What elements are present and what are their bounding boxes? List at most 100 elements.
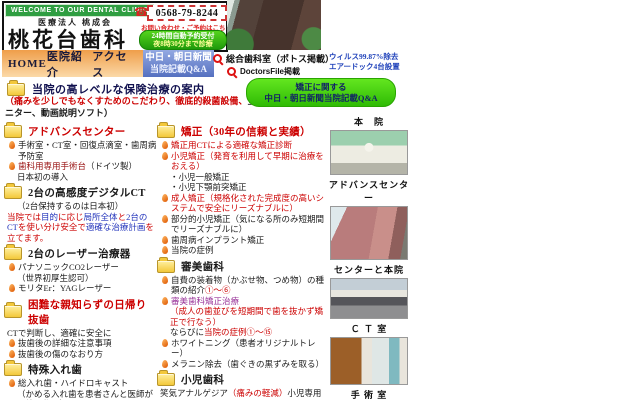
section: 特殊入れ歯総入れ歯・ハイドロキャスト（かめる入れ歯を患者さんと医師が一緒に作る）…	[4, 362, 157, 400]
photo-center	[330, 278, 408, 319]
intro-heading-row: 当院の高レベルな保険治療の案内	[7, 81, 205, 97]
section-title: 2台のレーザー治療器	[28, 246, 131, 261]
section-title-row: 特殊入れ歯	[4, 362, 157, 377]
photo-advance	[330, 206, 408, 260]
photo-label: 本 院	[326, 115, 412, 128]
folder-icon	[4, 125, 22, 138]
list-item: 歯周病インプラント矯正	[157, 235, 325, 246]
list-item: ホワイトニング（患者オリジナルトレー）	[157, 338, 325, 359]
orthodontics-qa-button[interactable]: 矯正に関する 中日・朝日新聞当院記載Q&A	[246, 78, 396, 107]
photo-label: Ｃ Ｔ 室	[326, 322, 412, 335]
list-item: 総入れ歯・ハイドロキャスト	[4, 378, 157, 389]
header: WELCOME TO OUR DENTAL CLINIC 医療法人 桃成会 桃花…	[2, 1, 228, 52]
bullet-icon	[162, 276, 168, 284]
phone-number-box: 0568-79-8244	[147, 5, 227, 21]
folder-icon	[157, 125, 175, 138]
phone-number: 0568-79-8244	[156, 8, 219, 19]
section-title: 審美歯科	[181, 259, 224, 274]
list-item: 部分的小児矯正（気になる所のみ短期間でリーズナブルに）	[157, 214, 325, 235]
bullet-icon	[9, 162, 15, 170]
list-item: 審美歯科矯正治療	[157, 296, 325, 307]
photo-gallery: 本 院アドバンスセンターセンターと本院 Ｃ Ｔ 室手 術 室	[326, 112, 412, 400]
photo-label: アドバンスセンター	[326, 178, 412, 204]
photo-honin	[330, 130, 408, 175]
reserve-button-line1: 24時間自動予約受付	[152, 32, 215, 40]
bullet-icon	[162, 152, 168, 160]
photo-label: センターと本院	[326, 263, 412, 276]
section: 小児歯科笑気アナルゲジア（痛みの軽減）小児専用チェアー・過剰歯・欠如歯の治療、埋…	[157, 372, 325, 400]
airdog-line1: ウィルス99.87%除去	[329, 52, 400, 62]
section: 2台の高感度デジタルCT（2台保持するのは日本初）当院では目的に応じ局所全体と2…	[4, 185, 157, 243]
list-item: （世界初厚生認可）	[4, 273, 157, 284]
list-item: 成人矯正（規格化された完成度の高いシステムで安全にリーズナブルに）	[157, 193, 325, 214]
potos-link[interactable]: 総合歯科室（ポトス掲載）	[213, 52, 334, 65]
bullet-icon	[162, 194, 168, 202]
folder-icon	[4, 247, 22, 260]
nav-item-1[interactable]: 医院紹介	[47, 48, 92, 80]
bullet-icon	[162, 339, 168, 347]
list-item: （かめる入れ歯を患者さんと医師が一緒に作る）	[4, 389, 157, 400]
folder-icon	[4, 305, 22, 318]
section: 2台のレーザー治療器パナソニックCO2レーザー（世界初厚生認可）モリタEr：YA…	[4, 246, 157, 294]
photo-ct	[330, 337, 408, 385]
left-column: アドバンスセンター手術室・CT室・回復点滴室・歯周病予防室歯科用専用手術台（ドイ…	[4, 121, 157, 400]
nav-item-2[interactable]: アクセス	[92, 48, 137, 80]
folder-icon	[7, 83, 25, 96]
nav-item-0[interactable]: HOME	[8, 58, 47, 70]
list-item: 当院では目的に応じ局所全体と2台のCTを使い分け安全で適確な治療計画を立てます。	[4, 212, 157, 244]
bullet-icon	[9, 284, 15, 292]
airdog-note: ウィルス99.87%除去 エアードック4台設置	[329, 52, 400, 71]
list-item: パナソニックCO2レーザー	[4, 262, 157, 273]
bullet-icon	[9, 379, 15, 387]
bullet-icon	[162, 297, 168, 305]
section: 困難な親知らずの日帰り抜歯CTで判断し、適確に安全に抜歯後の詳細な注意事項抜歯後…	[4, 297, 157, 360]
welcome-banner: WELCOME TO OUR DENTAL CLINIC	[5, 4, 154, 17]
magnifier-icon	[213, 54, 223, 64]
reserve-button-line2: 夜8時30分まで診療	[153, 40, 213, 48]
list-item: モリタEr：YAGレーザー	[4, 283, 157, 294]
list-item: 小児矯正（発育を利用して早期に治療をおえる）	[157, 151, 325, 172]
nav-bar: HOME医院紹介アクセス	[2, 50, 143, 77]
list-item: （成人の歯並びを短期間で歯を抜かず矯正で行なう）	[157, 306, 325, 327]
section-title: 2台の高感度デジタルCT	[28, 185, 146, 200]
reserve-button[interactable]: 24時間自動予約受付 夜8時30分まで診療	[139, 30, 227, 50]
bullet-icon	[162, 246, 168, 254]
orthodontics-qa-line2: 中日・朝日新聞当院記載Q&A	[264, 93, 377, 104]
section-title-row: 矯正（30年の信頼と実績）	[157, 124, 325, 139]
list-item: 当院の症例	[157, 245, 325, 256]
photo-label: 手 術 室	[326, 388, 412, 400]
section-title: 特殊入れ歯	[28, 362, 82, 377]
dental-clinic-homepage: WELCOME TO OUR DENTAL CLINIC 医療法人 桃成会 桃花…	[0, 0, 640, 400]
list-item: 矯正用CTによる適確な矯正診断	[157, 140, 325, 151]
newspaper-qa-line2: 当院記載Q&A	[150, 64, 207, 75]
bullet-icon	[162, 141, 168, 149]
orthodontics-qa-line1: 矯正に関する	[295, 82, 346, 93]
doctorsfile-link[interactable]: DoctorsFile掲載	[227, 66, 300, 77]
header-building-photo	[227, 0, 321, 50]
list-item: 抜歯後の詳細な注意事項	[4, 338, 157, 349]
bullet-icon	[162, 236, 168, 244]
section: 審美歯科自費の装着物（かぶせ物、つめ物）の種類の紹介①～⑥審美歯科矯正治療（成人…	[157, 259, 325, 370]
bullet-icon	[9, 141, 15, 149]
section-title: アドバンスセンター	[28, 124, 126, 139]
newspaper-qa-line1: 中日・朝日新聞	[145, 53, 212, 64]
list-item: ならびに当院の症例①～⑮	[157, 327, 325, 338]
section-title: 小児歯科	[181, 372, 224, 387]
newspaper-qa-link[interactable]: 中日・朝日新聞 当院記載Q&A	[143, 50, 214, 77]
list-item: 抜歯後の傷のなおり方	[4, 349, 157, 360]
list-item: 手術室・CT室・回復点滴室・歯周病予防室	[4, 140, 157, 161]
section-title: 困難な親知らずの日帰り抜歯	[28, 297, 157, 327]
list-item: 自費の装着物（かぶせ物、つめ物）の種類の紹介①～⑥	[157, 275, 325, 296]
section-title-row: 困難な親知らずの日帰り抜歯	[4, 297, 157, 327]
section: 矯正（30年の信頼と実績）矯正用CTによる適確な矯正診断小児矯正（発育を利用して…	[157, 124, 325, 256]
list-item: 歯科用専用手術台（ドイツ製）	[4, 161, 157, 172]
folder-icon	[4, 186, 22, 199]
folder-icon	[157, 260, 175, 273]
bullet-icon	[9, 263, 15, 271]
list-item: ・小児下顎前突矯正	[157, 182, 325, 193]
middle-column: 矯正（30年の信頼と実績）矯正用CTによる適確な矯正診断小児矯正（発育を利用して…	[157, 121, 325, 400]
section-title-row: 2台のレーザー治療器	[4, 246, 157, 261]
section: アドバンスセンター手術室・CT室・回復点滴室・歯周病予防室歯科用専用手術台（ドイ…	[4, 124, 157, 182]
list-item: CTで判断し、適確に安全に	[4, 328, 157, 339]
list-item: メラニン除去（歯ぐきの黒ずみを取る）	[157, 359, 325, 370]
